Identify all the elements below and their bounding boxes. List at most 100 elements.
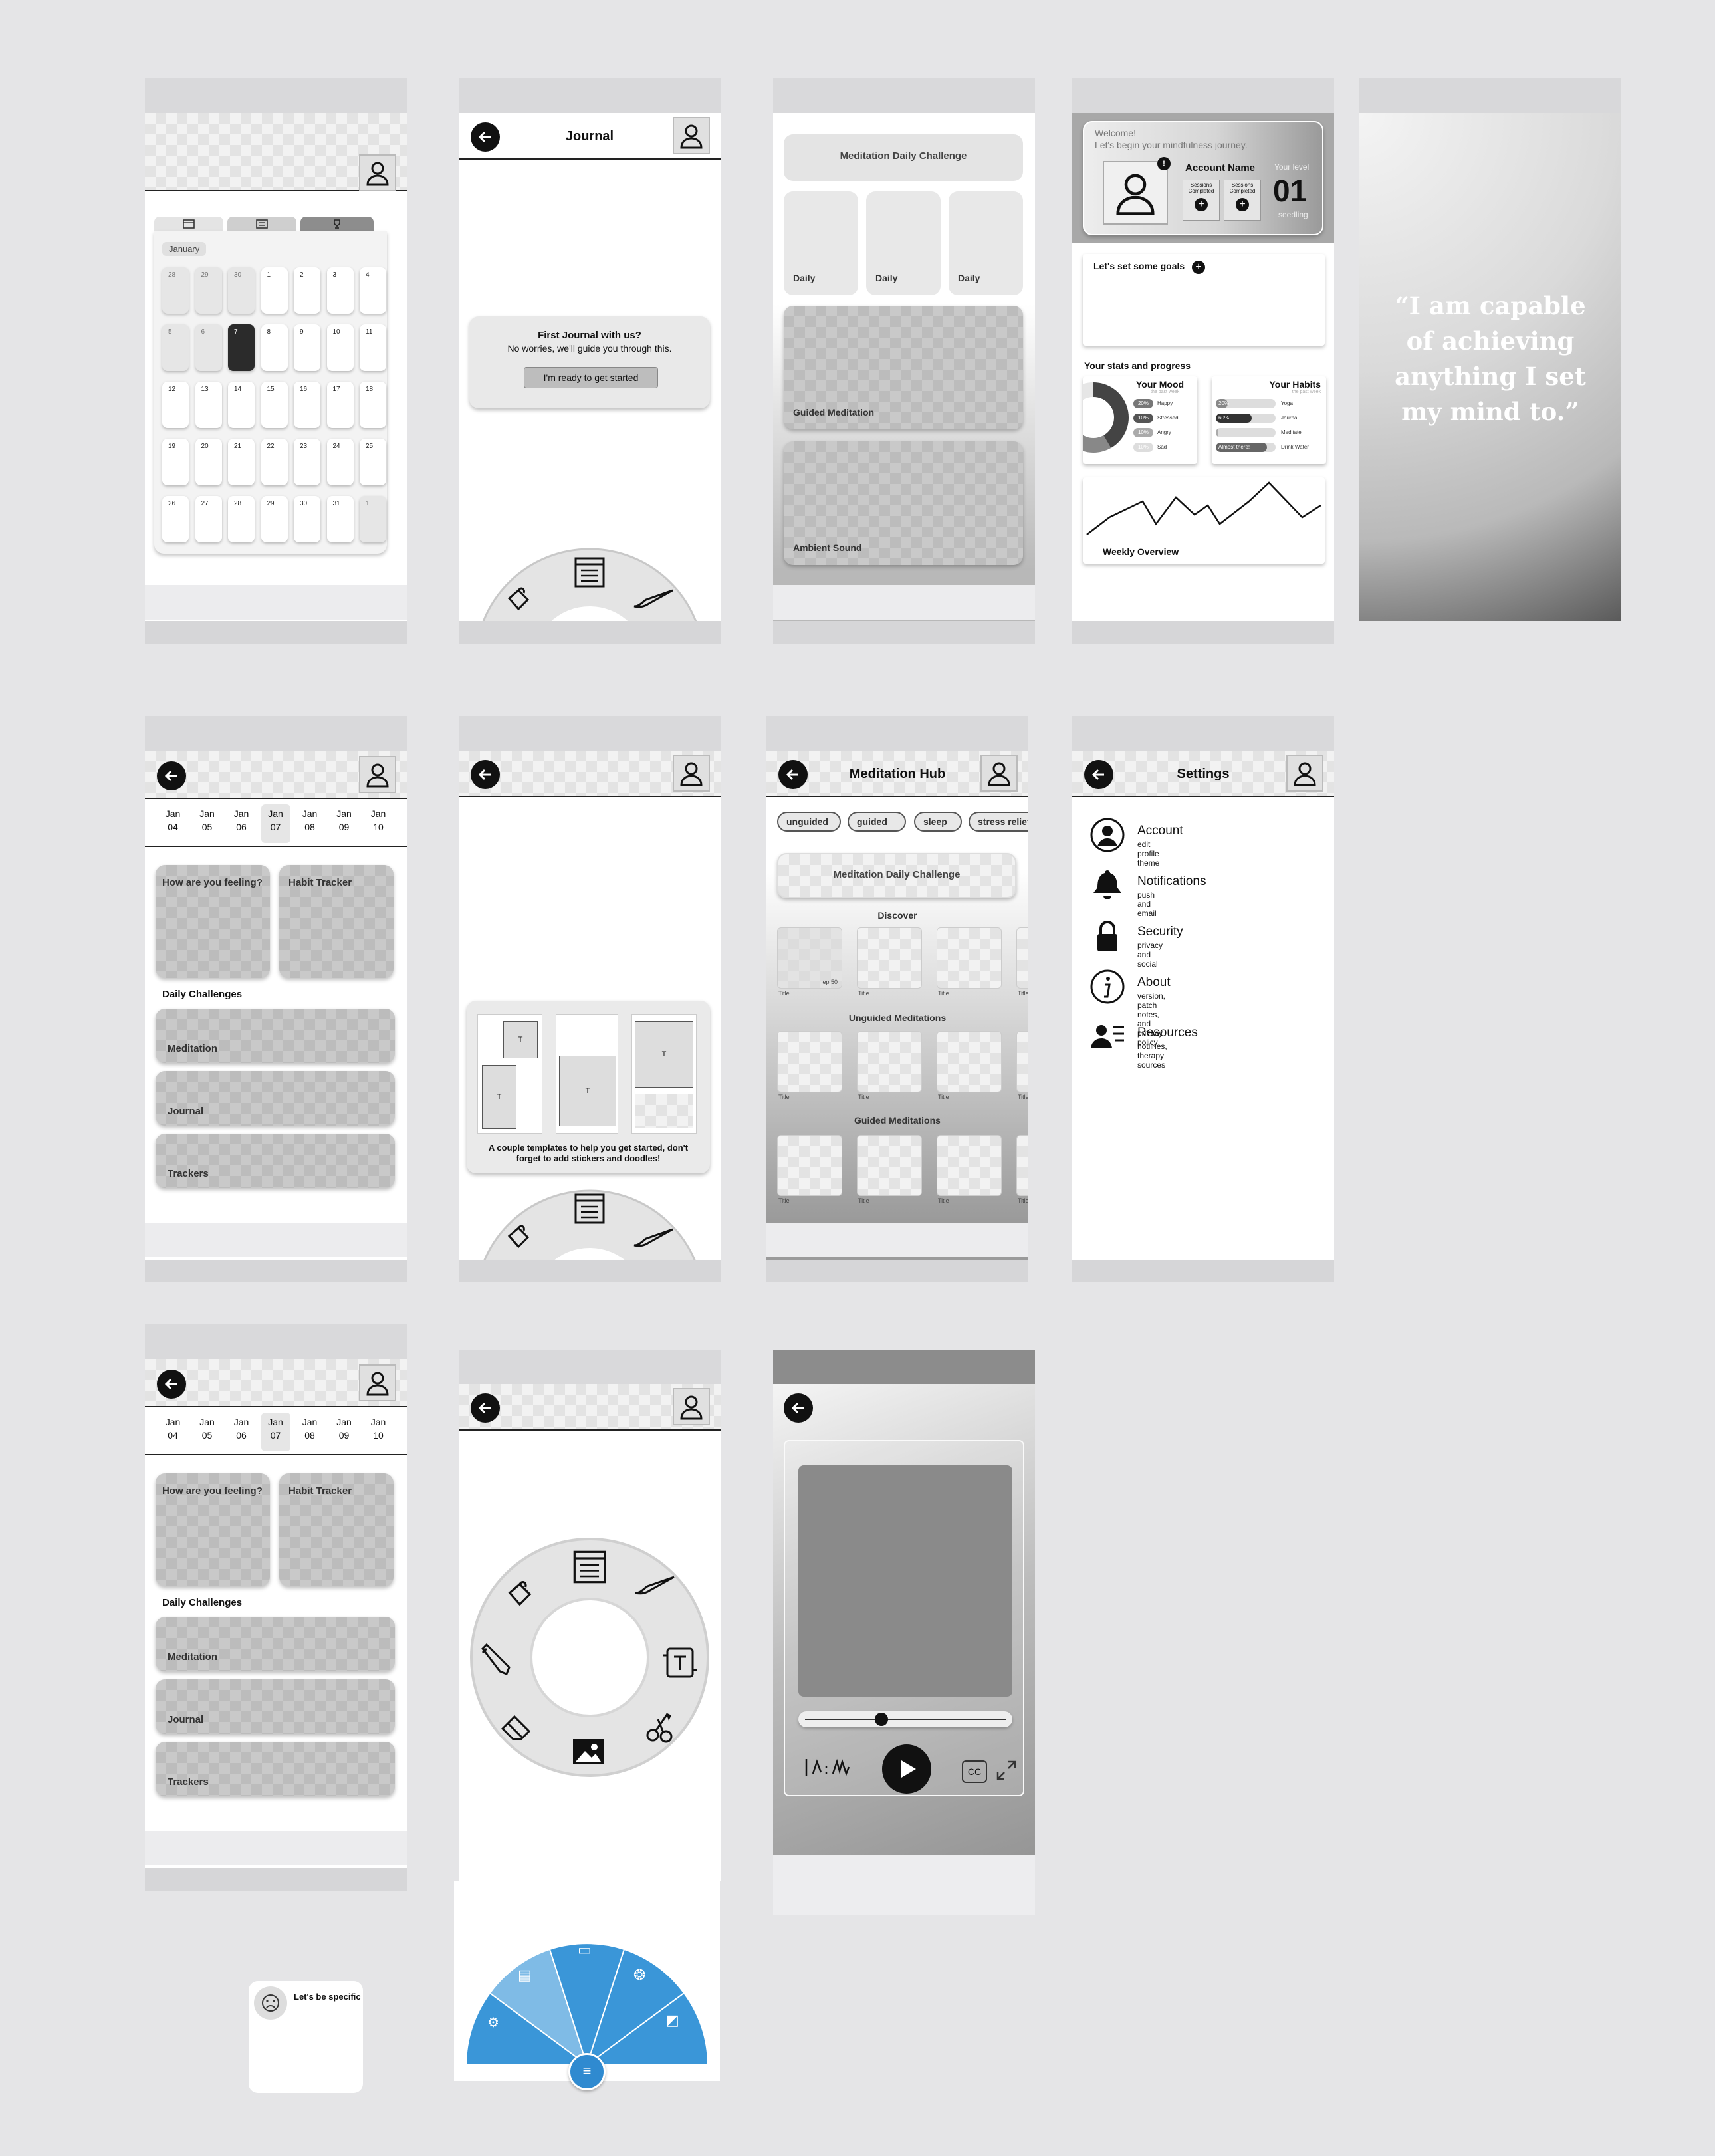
challenge-card[interactable]: Trackers [156, 1134, 395, 1188]
brush-icon[interactable] [631, 585, 678, 612]
brush-icon[interactable] [631, 1224, 678, 1251]
edit-photo-badge[interactable]: ! [1157, 157, 1171, 170]
calendar-day[interactable]: 11 [360, 324, 386, 371]
back-button[interactable] [784, 1393, 813, 1423]
calendar-day[interactable]: 7 [228, 324, 255, 371]
profile-photo[interactable] [1103, 161, 1168, 225]
meditation-thumbnail[interactable] [1016, 1135, 1028, 1196]
fan-monitor-icon[interactable]: ▭ [578, 1941, 592, 1959]
ambient-sound-card[interactable]: Ambient Sound [784, 441, 1023, 565]
calendar-day[interactable]: 29 [261, 496, 288, 542]
challenge-card[interactable]: Journal [156, 1679, 395, 1734]
calendar-day[interactable]: 31 [326, 496, 354, 542]
meditation-thumbnail[interactable] [857, 1135, 922, 1196]
mood-specific-card[interactable]: Let's be specific [249, 1981, 363, 2093]
challenge-card[interactable]: Meditation [156, 1617, 395, 1671]
calendar-day[interactable]: 29 [195, 267, 222, 314]
meditation-thumbnail[interactable] [1016, 927, 1028, 989]
filter-chip[interactable]: guided [848, 812, 906, 832]
get-started-button[interactable]: I'm ready to get started [524, 367, 658, 388]
calendar-day[interactable]: 18 [360, 382, 386, 428]
goals-card[interactable]: Let's set some goals + [1083, 254, 1325, 346]
brush-icon[interactable] [633, 1572, 679, 1598]
date-item[interactable]: Jan 08 [295, 807, 324, 834]
trophy-tab[interactable] [300, 217, 374, 231]
eraser-icon[interactable] [499, 1709, 534, 1744]
challenge-card[interactable]: Journal [156, 1071, 395, 1126]
meditation-thumbnail[interactable] [937, 1031, 1002, 1092]
text-box-icon[interactable] [662, 1645, 698, 1681]
profile-avatar-button[interactable] [1286, 755, 1323, 792]
feeling-card[interactable]: How are you feeling? [156, 1473, 270, 1586]
date-item[interactable]: Jan 04 [158, 1415, 187, 1442]
habits-card[interactable]: Your Habits the past week 20% Yoga 60% Jour… [1212, 376, 1326, 464]
progress-knob[interactable] [874, 1713, 888, 1726]
habit-tracker-card[interactable]: Habit Tracker [279, 865, 394, 978]
date-item[interactable]: Jan 09 [330, 1415, 359, 1442]
fan-gear-icon[interactable]: ⚙ [487, 2014, 499, 2031]
progress-track[interactable] [798, 1711, 1012, 1727]
date-item[interactable]: Jan 07 [261, 1413, 290, 1451]
calendar-day[interactable]: 14 [228, 382, 255, 428]
date-item[interactable]: Jan 10 [364, 1415, 393, 1442]
challenge-card[interactable]: Trackers [156, 1742, 395, 1796]
calendar-day[interactable]: 12 [162, 382, 189, 428]
calendar-day[interactable]: 8 [261, 324, 288, 371]
calendar-day[interactable]: 25 [360, 439, 386, 485]
weekly-overview-card[interactable]: Weekly Overview [1083, 477, 1325, 564]
fan-coins-icon[interactable]: ❂ [633, 1967, 645, 1984]
calendar-day[interactable]: 1 [261, 267, 288, 314]
calendar-tab[interactable] [154, 217, 223, 231]
meditation-thumbnail[interactable] [857, 927, 922, 989]
meditation-thumbnail[interactable] [937, 927, 1002, 989]
feeling-card[interactable]: How are you feeling? [156, 865, 270, 978]
calendar-day[interactable]: 4 [360, 267, 386, 314]
profile-avatar-button[interactable] [359, 756, 396, 793]
fan-menu-button[interactable]: ≡ [568, 2053, 606, 2090]
profile-avatar-button[interactable] [359, 1364, 396, 1401]
calendar-day[interactable]: 15 [261, 382, 288, 428]
back-button[interactable] [471, 760, 500, 789]
profile-avatar-button[interactable] [359, 154, 396, 191]
daily-card[interactable]: Daily [784, 191, 858, 295]
back-button[interactable] [157, 1370, 186, 1399]
habit-tracker-card[interactable]: Habit Tracker [279, 1473, 394, 1586]
add-goal-button[interactable]: + [1192, 261, 1205, 274]
mood-card[interactable]: Your Mood the past week 20% Happy 10% Stres… [1083, 376, 1197, 464]
calendar-day[interactable]: 22 [261, 439, 288, 485]
back-button[interactable] [471, 1393, 500, 1423]
list-tab[interactable] [227, 217, 296, 231]
date-item[interactable]: Jan 05 [193, 807, 222, 834]
daily-card[interactable]: Daily [866, 191, 941, 295]
date-item[interactable]: Jan 06 [227, 1415, 256, 1442]
back-button[interactable] [157, 761, 186, 790]
daily-card[interactable]: Daily [949, 191, 1023, 295]
template-1[interactable]: T T [477, 1014, 542, 1134]
meditation-thumbnail[interactable] [857, 1031, 922, 1092]
meditation-thumbnail[interactable]: ep 50 [777, 927, 842, 989]
calendar-day[interactable]: 23 [294, 439, 320, 485]
paint-bucket-icon[interactable] [503, 1577, 538, 1613]
date-item[interactable]: Jan 09 [330, 807, 359, 834]
date-item[interactable]: Jan 08 [295, 1415, 324, 1442]
calendar-day[interactable]: 3 [326, 267, 354, 314]
profile-avatar-button[interactable] [980, 755, 1018, 792]
calendar-day[interactable]: 24 [326, 439, 354, 485]
calendar-day[interactable]: 30 [294, 496, 320, 542]
meditation-thumbnail[interactable] [937, 1135, 1002, 1196]
sticker-scissors-icon[interactable] [642, 1709, 678, 1744]
date-item[interactable]: Jan 07 [261, 804, 290, 843]
filter-chip[interactable]: sleep [914, 812, 962, 832]
calendar-day[interactable]: 5 [162, 324, 189, 371]
calendar-day[interactable]: 13 [195, 382, 222, 428]
profile-avatar-button[interactable] [673, 755, 710, 792]
fan-stack-icon[interactable]: ▤ [518, 1967, 532, 1984]
play-button[interactable] [882, 1744, 931, 1794]
meditation-thumbnail[interactable] [1016, 1031, 1028, 1092]
calendar-day[interactable]: 28 [162, 267, 189, 314]
daily-challenge-banner[interactable]: Meditation Daily Challenge [777, 853, 1016, 898]
calendar-day[interactable]: 17 [326, 382, 354, 428]
calendar-day[interactable]: 16 [294, 382, 320, 428]
meditation-thumbnail[interactable] [777, 1135, 842, 1196]
journal-template-icon[interactable] [572, 1549, 608, 1585]
